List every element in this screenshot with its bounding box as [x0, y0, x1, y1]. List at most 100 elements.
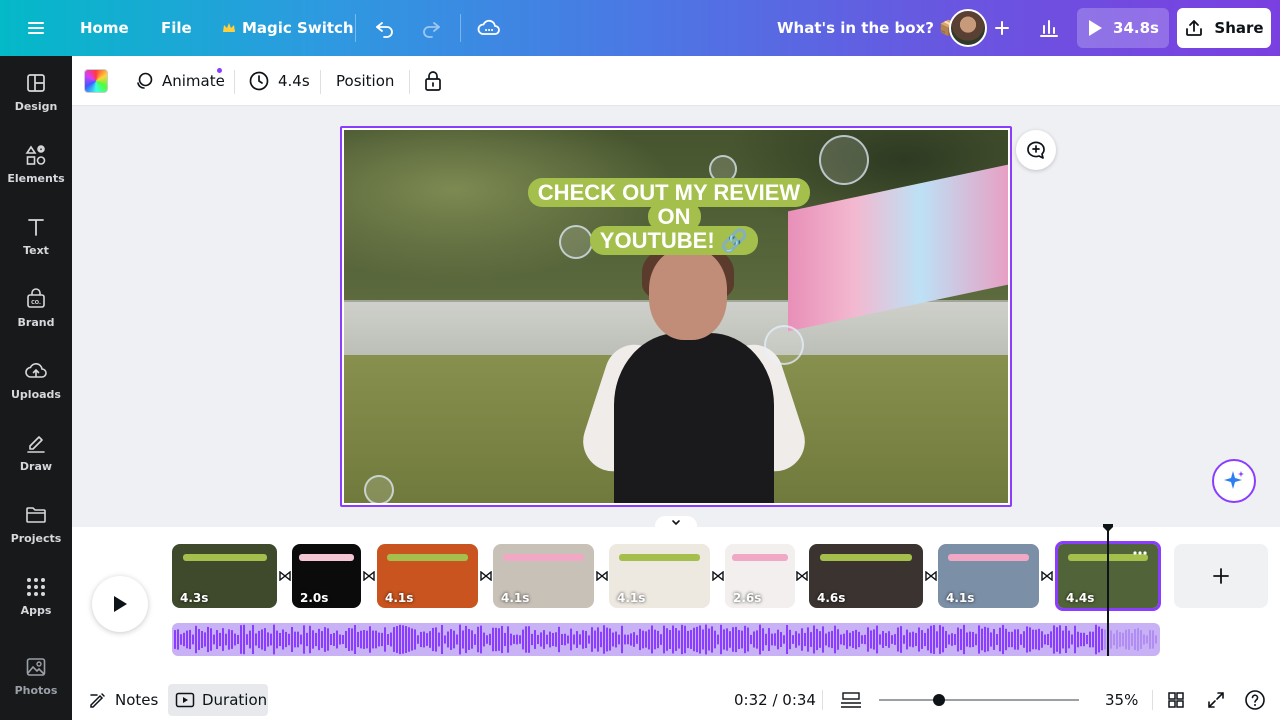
sidebar-item-design[interactable]: Design — [0, 56, 72, 128]
timeline-clip[interactable]: 2.0s — [292, 544, 361, 608]
home-button[interactable]: Home — [80, 0, 129, 56]
transition-button[interactable] — [362, 569, 376, 583]
overlay-text-line1: CHECK OUT MY REVIEW ON — [527, 178, 811, 231]
timeline-play-button[interactable] — [92, 576, 148, 632]
playhead-handle-icon[interactable] — [1102, 523, 1114, 533]
waveform-bar — [1089, 631, 1091, 648]
collapse-timeline-button[interactable] — [655, 516, 697, 530]
waveform-bar — [990, 632, 992, 647]
waveform-bar — [408, 627, 410, 652]
waveform-bar — [318, 628, 320, 651]
transition-button[interactable] — [278, 569, 292, 583]
add-page-button[interactable] — [1174, 544, 1268, 608]
sidebar-item-photos[interactable]: Photos — [0, 640, 72, 712]
waveform-bar — [258, 630, 260, 649]
document-title[interactable]: What's in the box? 📦 — [777, 0, 958, 56]
timeline-clip[interactable]: 4.1s — [493, 544, 594, 608]
animate-button[interactable]: Animate — [134, 56, 225, 106]
audio-track[interactable] — [172, 623, 1160, 656]
waveform-bar — [264, 628, 266, 651]
waveform-bar — [285, 631, 287, 648]
zoom-percentage[interactable]: 35% — [1105, 680, 1138, 720]
color-swatch-icon — [84, 69, 108, 93]
magic-switch-button[interactable]: Magic Switch — [222, 0, 354, 56]
timeline-clip[interactable]: 4.1s — [609, 544, 710, 608]
waveform-bar — [1086, 634, 1088, 645]
waveform-bar — [429, 631, 431, 648]
lock-button[interactable] — [423, 56, 443, 106]
timeline-clip[interactable]: 4.6s — [809, 544, 923, 608]
waveform-bar — [999, 627, 1001, 652]
menu-button[interactable] — [24, 0, 48, 56]
magic-assistant-button[interactable] — [1212, 459, 1256, 503]
invite-button[interactable] — [984, 10, 1020, 46]
grid-view-button[interactable] — [1166, 680, 1186, 720]
new-indicator-dot — [217, 68, 222, 73]
waveform-bar — [852, 631, 854, 648]
waveform-bar — [984, 626, 986, 653]
waveform-bar — [843, 633, 845, 646]
undo-button[interactable] — [373, 0, 397, 56]
waveform-bar — [471, 630, 473, 649]
waveform-bar — [774, 633, 776, 646]
cloud-save-button[interactable] — [476, 0, 502, 56]
position-button[interactable]: Position — [336, 56, 394, 106]
sidebar-item-text[interactable]: Text — [0, 200, 72, 272]
file-menu-button[interactable]: File — [161, 0, 192, 56]
layout-toggle-button[interactable] — [840, 680, 862, 720]
clip-duration: 4.4s — [1066, 591, 1095, 605]
redo-button[interactable] — [419, 0, 443, 56]
playhead[interactable] — [1107, 524, 1109, 656]
add-comment-button[interactable] — [1016, 130, 1056, 170]
sidebar-item-brand[interactable]: CO. Brand — [0, 272, 72, 344]
timeline-clip[interactable]: 4.1s — [938, 544, 1039, 608]
overlay-text[interactable]: CHECK OUT MY REVIEW ON YOUTUBE! 🔗 — [517, 178, 831, 255]
avatar[interactable] — [949, 9, 987, 47]
waveform-bar — [966, 632, 968, 647]
sidebar-item-uploads[interactable]: Uploads — [0, 344, 72, 416]
duration-button[interactable]: Duration — [175, 680, 267, 720]
share-button[interactable]: Share — [1177, 8, 1271, 48]
waveform-bar — [423, 631, 425, 648]
transition-button[interactable] — [924, 569, 938, 583]
sidebar-item-elements[interactable]: Elements — [0, 128, 72, 200]
waveform-bar — [198, 629, 200, 650]
notes-button[interactable]: Notes — [88, 680, 158, 720]
timing-button[interactable]: 4.4s — [248, 56, 310, 106]
fullscreen-button[interactable] — [1206, 680, 1226, 720]
waveform-bar — [885, 633, 887, 646]
waveform-bar — [1050, 631, 1052, 648]
zoom-slider-track[interactable] — [879, 699, 1079, 701]
timeline-clip[interactable]: 2.6s — [725, 544, 795, 608]
transition-button[interactable] — [595, 569, 609, 583]
waveform-bar — [849, 632, 851, 647]
sidebar-item-projects[interactable]: Projects — [0, 488, 72, 560]
waveform-bar — [279, 632, 281, 647]
present-play-button[interactable]: 34.8s — [1077, 8, 1169, 48]
waveform-bar — [747, 627, 749, 652]
magic-switch-label: Magic Switch — [242, 19, 354, 37]
waveform-bar — [873, 629, 875, 650]
waveform-bar — [420, 631, 422, 648]
waveform-bar — [753, 631, 755, 648]
waveform-bar — [1122, 632, 1124, 647]
more-options-icon[interactable] — [1132, 550, 1148, 556]
overlay-text-line2: YOUTUBE! 🔗 — [589, 226, 759, 255]
help-button[interactable] — [1244, 680, 1266, 720]
color-button[interactable] — [84, 56, 108, 106]
timeline-clip[interactable]: 4.3s — [172, 544, 277, 608]
transition-button[interactable] — [1040, 569, 1054, 583]
sidebar-item-apps[interactable]: Apps — [0, 560, 72, 632]
timeline-clip[interactable]: 4.1s — [377, 544, 478, 608]
sidebar-item-label: Projects — [10, 531, 62, 545]
clip-duration: 4.3s — [180, 591, 209, 605]
transition-button[interactable] — [795, 569, 809, 583]
transition-button[interactable] — [479, 569, 493, 583]
waveform-bar — [705, 624, 707, 655]
waveform-bar — [312, 630, 314, 649]
sidebar-item-draw[interactable]: Draw — [0, 416, 72, 488]
transition-icon — [480, 571, 492, 581]
zoom-slider-knob[interactable] — [933, 694, 945, 706]
transition-button[interactable] — [711, 569, 725, 583]
insights-button[interactable] — [1031, 10, 1067, 46]
